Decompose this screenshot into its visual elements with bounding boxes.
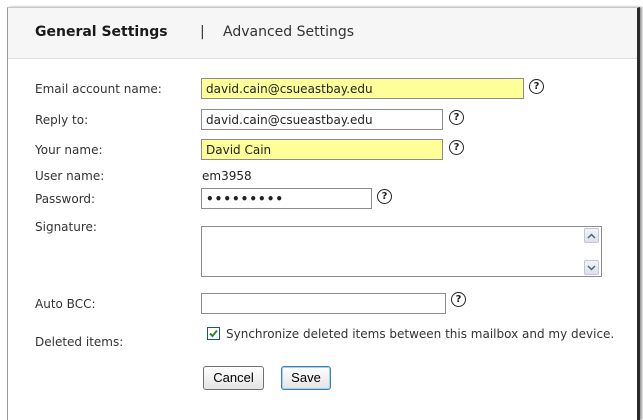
settings-tab-bar: General Settings | Advanced Settings: [8, 8, 637, 59]
user-name-value: em3958: [202, 169, 252, 183]
reply-to-input[interactable]: [201, 109, 443, 130]
email-account-input[interactable]: [201, 78, 524, 99]
help-icon[interactable]: ?: [377, 189, 392, 204]
scroll-up-icon[interactable]: [584, 228, 599, 243]
settings-panel: General Settings | Advanced Settings Ema…: [7, 7, 640, 420]
auto-bcc-label: Auto BCC:: [35, 297, 96, 311]
signature-textarea[interactable]: [201, 226, 602, 277]
password-label: Password:: [35, 192, 96, 206]
reply-to-label: Reply to:: [35, 113, 89, 127]
signature-scrollbar[interactable]: [584, 228, 600, 275]
help-icon[interactable]: ?: [449, 110, 464, 125]
email-account-label: Email account name:: [35, 82, 162, 96]
scroll-down-icon[interactable]: [584, 260, 599, 275]
auto-bcc-input[interactable]: [201, 293, 446, 314]
password-input[interactable]: [201, 188, 372, 209]
help-icon[interactable]: ?: [449, 140, 464, 155]
sync-deleted-items-checkbox[interactable]: [207, 327, 220, 340]
deleted-items-label: Deleted items:: [35, 335, 124, 349]
cancel-button[interactable]: Cancel: [203, 366, 264, 390]
user-name-label: User name:: [35, 169, 105, 183]
sync-deleted-items-text: Synchronize deleted items between this m…: [226, 327, 615, 341]
tab-separator: |: [200, 24, 205, 40]
help-icon[interactable]: ?: [451, 292, 466, 307]
help-icon[interactable]: ?: [529, 79, 544, 94]
signature-label: Signature:: [35, 220, 97, 234]
your-name-label: Your name:: [35, 143, 103, 157]
your-name-input[interactable]: [201, 139, 443, 160]
tab-advanced-settings[interactable]: Advanced Settings: [223, 24, 354, 40]
tab-general-settings[interactable]: General Settings: [35, 24, 168, 40]
save-button[interactable]: Save: [281, 366, 331, 390]
checkmark-icon: [209, 329, 218, 338]
